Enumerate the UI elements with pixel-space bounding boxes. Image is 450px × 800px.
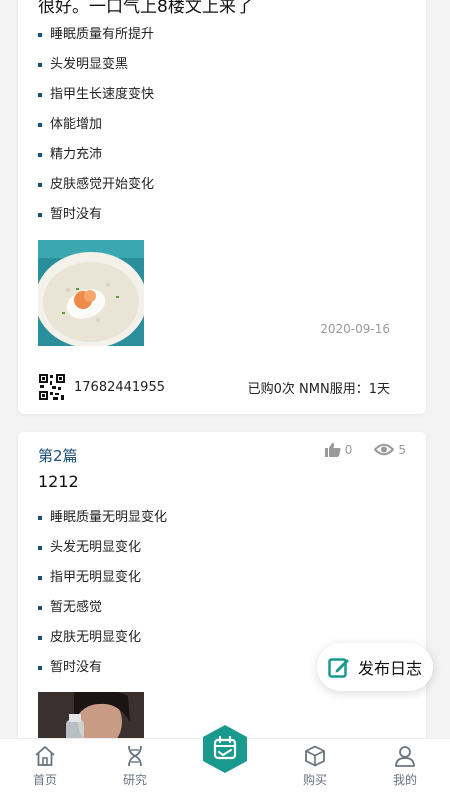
tab-label: 我的 [392,773,417,787]
list-item: 睡眠质量有所提升 [38,20,154,50]
article-number: 第2篇 [38,447,78,465]
user-phone: 17682441955 [74,379,165,395]
post-counters: 0 5 [303,442,406,457]
tab-label: 研究 [122,773,147,787]
tab-diary[interactable] [180,725,270,800]
box-icon [305,745,325,767]
purchase-stats: 已购0次 NMN服用：1天 [247,381,390,397]
effect-list: 睡眠质量无明显变化 头发无明显变化 指甲无明显变化 暂无感觉 皮肤无明显变化 暂… [38,503,167,683]
list-item: 暂无感觉 [38,593,167,623]
eye-icon [374,443,395,456]
user-icon [395,746,415,767]
effect-list: 睡眠质量有所提升 头发明显变黑 指甲生长速度变快 体能增加 精力充沛 皮肤感觉开… [38,20,154,230]
publish-diary-label: 发布日志 [357,659,422,678]
thumbs-up-icon [324,442,341,457]
like-counter[interactable]: 0 [324,442,353,457]
list-item: 皮肤感觉开始变化 [38,170,154,200]
card-footer: 17682441955 已购0次 NMN服用：1天 [38,373,390,401]
list-item: 指甲无明显变化 [38,563,167,593]
list-item: 精力充沛 [38,140,154,170]
tab-mine[interactable]: 我的 [360,738,450,800]
tab-research[interactable]: 研究 [90,738,180,800]
publish-diary-button[interactable]: 发布日志 [317,643,433,691]
dna-icon [128,745,142,767]
post-heading: 1212 [38,472,79,491]
view-count: 5 [398,442,406,457]
list-item: 指甲生长速度变快 [38,80,154,110]
post-photo[interactable] [38,692,144,738]
tab-label: 首页 [32,773,57,787]
list-item: 暂时没有 [38,653,167,683]
list-item: 头发无明显变化 [38,533,167,563]
home-icon [35,746,55,766]
tab-label: 购买 [302,773,327,787]
qr-code-icon [38,373,66,401]
edit-icon [328,658,349,678]
list-item: 头发明显变黑 [38,50,154,80]
tab-home[interactable]: 首页 [0,738,90,800]
post-date: 2020-09-16 [320,322,390,336]
view-counter: 5 [374,443,406,457]
post-photo[interactable] [38,240,144,346]
bottom-tab-bar: 首页 研究 购买 我的 [0,725,450,800]
tab-buy[interactable]: 购买 [270,738,360,800]
diary-card[interactable]: 很好。一口气上8楼文上来了 睡眠质量有所提升 头发明显变黑 指甲生长速度变快 体… [18,0,426,414]
list-item: 暂时没有 [38,200,154,230]
diary-card[interactable]: 第2篇 0 5 1212 睡眠质量无明显变化 头发无明显变化 指甲无明显变化 暂… [18,432,426,738]
list-item: 睡眠质量无明显变化 [38,503,167,533]
list-item: 体能增加 [38,110,154,140]
calendar-icon [203,725,247,773]
diary-feed[interactable]: 很好。一口气上8楼文上来了 睡眠质量有所提升 头发明显变黑 指甲生长速度变快 体… [0,0,450,738]
like-count: 0 [344,442,353,457]
list-item: 皮肤无明显变化 [38,623,167,653]
post-body-text: 很好。一口气上8楼文上来了 [38,0,253,17]
